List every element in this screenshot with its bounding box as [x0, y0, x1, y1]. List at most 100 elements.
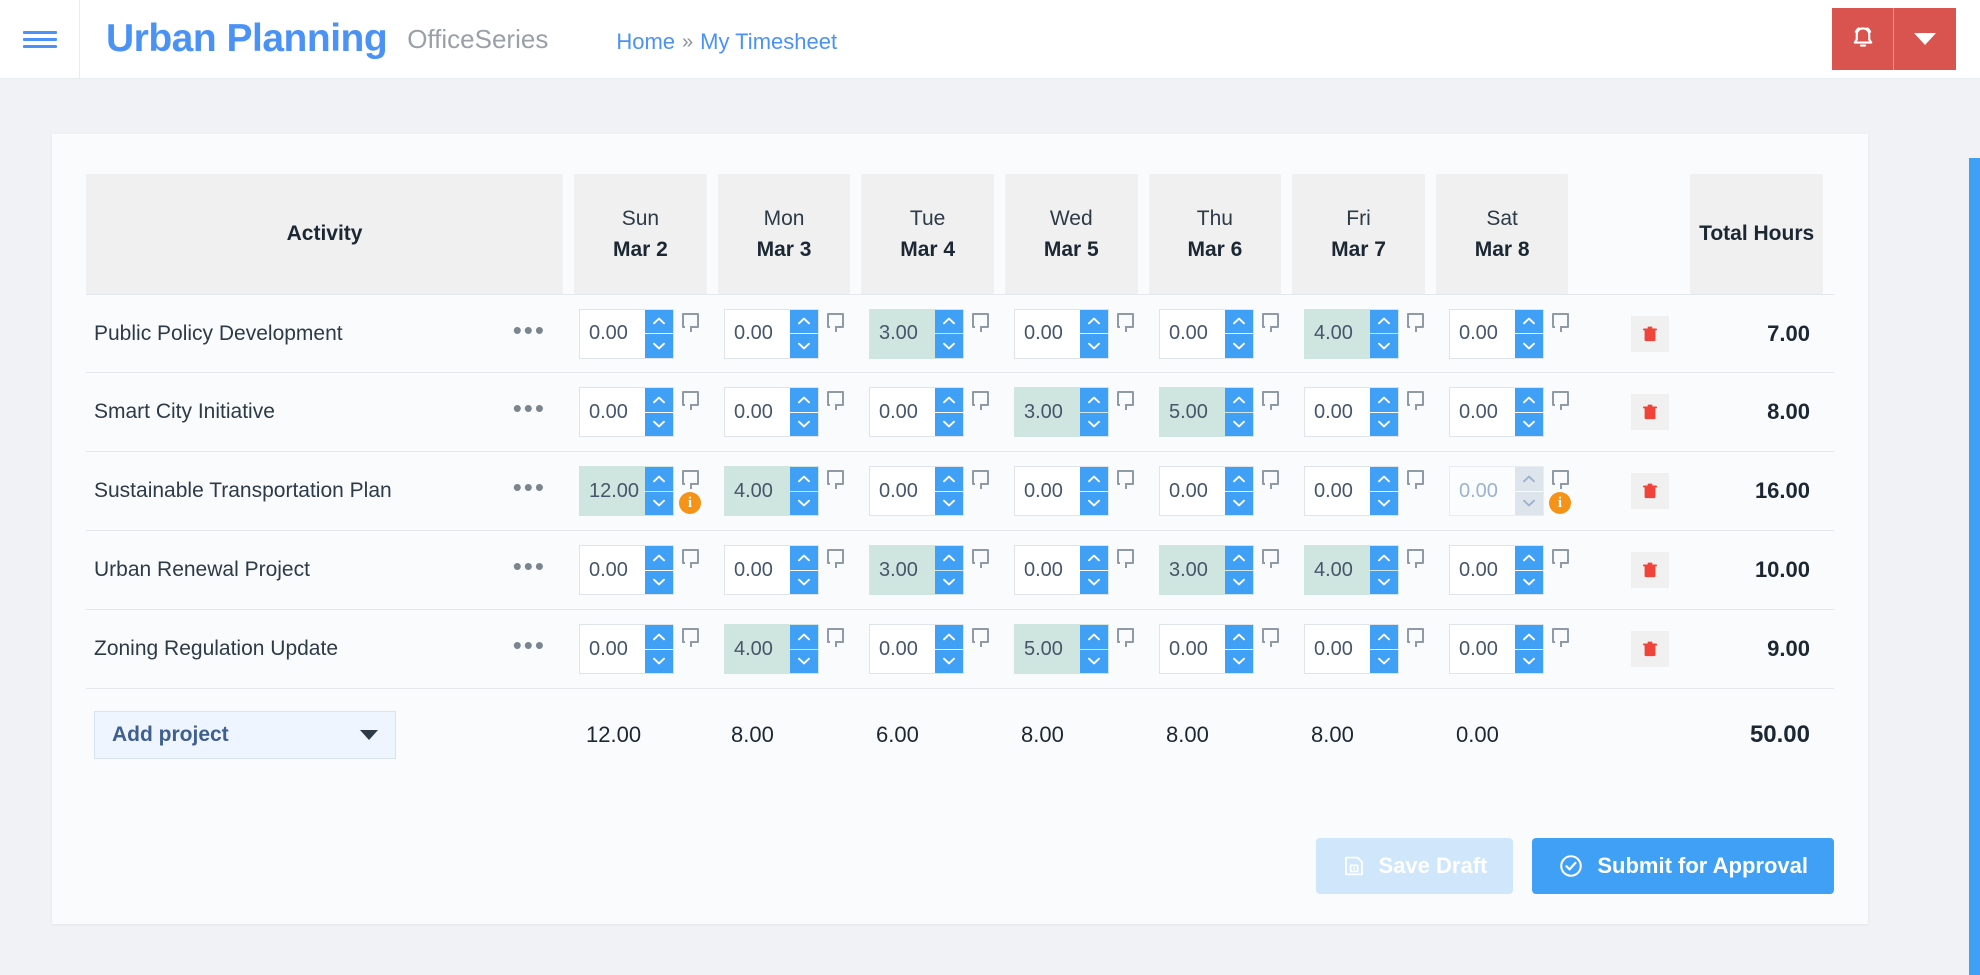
delete-row-button[interactable]	[1631, 631, 1669, 667]
hours-input[interactable]: 0.00	[579, 387, 674, 437]
row-menu-ellipsis-icon[interactable]: •••	[513, 632, 546, 660]
hours-input[interactable]: 0.00	[1449, 545, 1544, 595]
comment-icon[interactable]	[1117, 628, 1134, 647]
hours-input[interactable]: 0.00	[724, 545, 819, 595]
notification-dropdown-button[interactable]	[1894, 8, 1956, 70]
chevron-up-icon[interactable]	[1225, 388, 1253, 412]
comment-icon[interactable]	[1262, 470, 1279, 489]
chevron-down-icon[interactable]	[1515, 491, 1543, 515]
comment-icon[interactable]	[1407, 313, 1424, 332]
chevron-up-icon[interactable]	[935, 388, 963, 412]
chevron-down-icon[interactable]	[1080, 570, 1108, 594]
chevron-up-icon[interactable]	[1515, 388, 1543, 412]
hamburger-menu-icon[interactable]	[0, 0, 80, 79]
comment-icon[interactable]	[1552, 470, 1569, 489]
comment-icon[interactable]	[1117, 313, 1134, 332]
chevron-up-icon[interactable]	[1080, 625, 1108, 649]
chevron-down-icon[interactable]	[790, 649, 818, 673]
chevron-down-icon[interactable]	[645, 334, 673, 358]
comment-icon[interactable]	[1407, 470, 1424, 489]
hours-input[interactable]: 3.00	[1159, 545, 1254, 595]
comment-icon[interactable]	[827, 313, 844, 332]
hours-input[interactable]: 0.00	[869, 466, 964, 516]
comment-icon[interactable]	[1407, 628, 1424, 647]
chevron-down-icon[interactable]	[645, 412, 673, 436]
chevron-down-icon[interactable]	[1515, 334, 1543, 358]
hours-input[interactable]: 0.00	[724, 308, 819, 359]
chevron-down-icon[interactable]	[935, 412, 963, 436]
chevron-up-icon[interactable]	[1370, 546, 1398, 570]
chevron-down-icon[interactable]	[1225, 334, 1253, 358]
chevron-down-icon[interactable]	[1080, 412, 1108, 436]
hours-input[interactable]: 0.00	[869, 387, 964, 437]
comment-icon[interactable]	[1552, 391, 1569, 410]
comment-icon[interactable]	[1407, 549, 1424, 568]
hours-input[interactable]: 0.00	[579, 624, 674, 674]
chevron-down-icon[interactable]	[1080, 334, 1108, 358]
breadcrumb-home-link[interactable]: Home	[616, 29, 675, 55]
vertical-scrollbar[interactable]	[1966, 158, 1980, 975]
hours-input[interactable]: 0.00	[1449, 624, 1544, 674]
chevron-down-icon[interactable]	[1225, 491, 1253, 515]
comment-icon[interactable]	[1552, 628, 1569, 647]
hours-input[interactable]: 0.00	[1449, 466, 1544, 516]
chevron-up-icon[interactable]	[935, 546, 963, 570]
hours-input[interactable]: 0.00	[1159, 466, 1254, 516]
hours-input[interactable]: 0.00	[1304, 466, 1399, 516]
comment-icon[interactable]	[1117, 549, 1134, 568]
info-badge-icon[interactable]: i	[679, 492, 701, 514]
comment-icon[interactable]	[1262, 628, 1279, 647]
chevron-up-icon[interactable]	[935, 467, 963, 491]
chevron-up-icon[interactable]	[1370, 388, 1398, 412]
chevron-down-icon[interactable]	[1080, 491, 1108, 515]
chevron-up-icon[interactable]	[1370, 309, 1398, 333]
chevron-up-icon[interactable]	[1225, 546, 1253, 570]
chevron-up-icon[interactable]	[790, 309, 818, 333]
chevron-down-icon[interactable]	[935, 649, 963, 673]
chevron-up-icon[interactable]	[1080, 388, 1108, 412]
comment-icon[interactable]	[1552, 549, 1569, 568]
comment-icon[interactable]	[1262, 313, 1279, 332]
comment-icon[interactable]	[1407, 391, 1424, 410]
chevron-up-icon[interactable]	[1370, 467, 1398, 491]
chevron-up-icon[interactable]	[1080, 546, 1108, 570]
comment-icon[interactable]	[682, 549, 699, 568]
hours-input[interactable]: 0.00	[869, 624, 964, 674]
chevron-up-icon[interactable]	[790, 625, 818, 649]
chevron-down-icon[interactable]	[935, 570, 963, 594]
hours-input[interactable]: 0.00	[1159, 308, 1254, 359]
hours-input[interactable]: 12.00	[579, 466, 674, 516]
chevron-up-icon[interactable]	[645, 388, 673, 412]
hours-input[interactable]: 4.00	[724, 466, 819, 516]
submit-for-approval-button[interactable]: Submit for Approval	[1532, 838, 1834, 894]
comment-icon[interactable]	[1117, 470, 1134, 489]
chevron-down-icon[interactable]	[1370, 570, 1398, 594]
chevron-down-icon[interactable]	[1515, 649, 1543, 673]
comment-icon[interactable]	[1262, 391, 1279, 410]
hours-input[interactable]: 4.00	[1304, 545, 1399, 595]
hours-input[interactable]: 0.00	[1449, 308, 1544, 359]
chevron-down-icon[interactable]	[935, 334, 963, 358]
chevron-down-icon[interactable]	[1370, 491, 1398, 515]
chevron-down-icon[interactable]	[790, 491, 818, 515]
comment-icon[interactable]	[827, 549, 844, 568]
chevron-up-icon[interactable]	[645, 467, 673, 491]
chevron-down-icon[interactable]	[1225, 649, 1253, 673]
chevron-down-icon[interactable]	[1370, 649, 1398, 673]
chevron-up-icon[interactable]	[790, 467, 818, 491]
hours-input[interactable]: 3.00	[1014, 387, 1109, 437]
chevron-up-icon[interactable]	[1225, 309, 1253, 333]
chevron-up-icon[interactable]	[1515, 546, 1543, 570]
chevron-up-icon[interactable]	[935, 309, 963, 333]
row-menu-ellipsis-icon[interactable]: •••	[513, 474, 546, 502]
hours-input[interactable]: 0.00	[1014, 545, 1109, 595]
chevron-down-icon[interactable]	[790, 412, 818, 436]
save-draft-button[interactable]: Save Draft	[1315, 838, 1514, 894]
row-menu-ellipsis-icon[interactable]: •••	[513, 553, 546, 581]
chevron-down-icon[interactable]	[1515, 570, 1543, 594]
chevron-up-icon[interactable]	[1370, 625, 1398, 649]
scrollbar-thumb[interactable]	[1969, 158, 1980, 975]
delete-row-button[interactable]	[1631, 473, 1669, 509]
comment-icon[interactable]	[972, 313, 989, 332]
chevron-down-icon[interactable]	[645, 491, 673, 515]
